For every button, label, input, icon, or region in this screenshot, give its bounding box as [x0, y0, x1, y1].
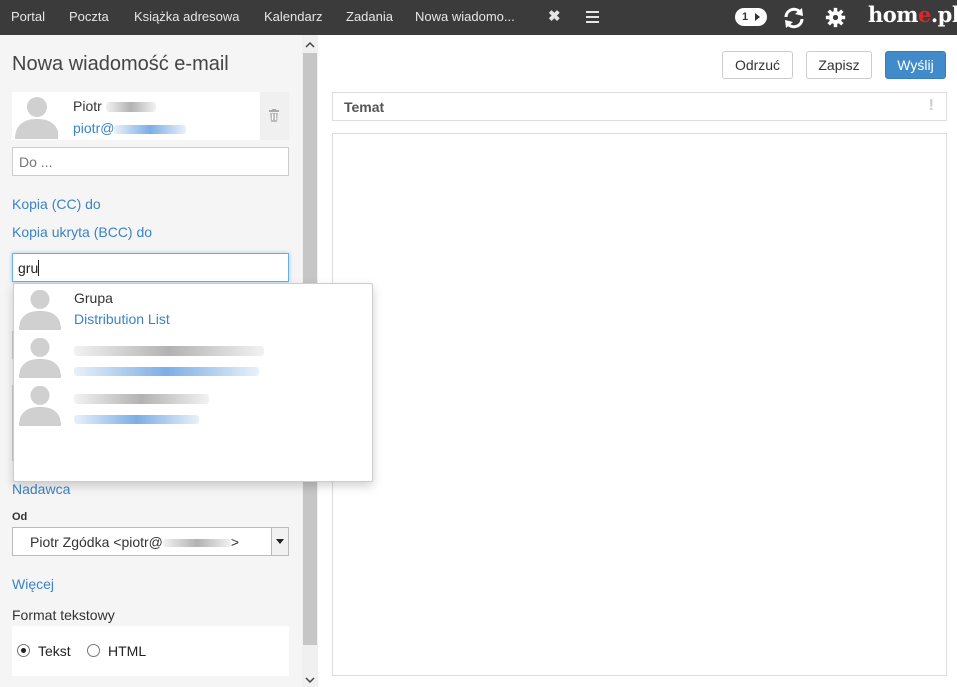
discard-button[interactable]: Odrzuć — [722, 51, 793, 79]
scroll-up-icon[interactable] — [305, 40, 315, 50]
suggestion-email — [74, 410, 199, 426]
subject-input[interactable]: Temat ! — [332, 92, 947, 121]
avatar-icon — [18, 385, 62, 426]
hamburger-icon[interactable] — [586, 11, 599, 23]
suggestion-subtitle: Distribution List — [74, 311, 170, 327]
notification-count: 1 — [742, 11, 749, 23]
remove-recipient-button[interactable] — [260, 92, 289, 140]
nav-calendar[interactable]: Kalendarz — [264, 0, 323, 35]
save-button[interactable]: Zapisz — [806, 51, 872, 79]
bcc-input[interactable]: gru — [12, 253, 289, 282]
chevron-down-icon[interactable] — [271, 528, 288, 555]
from-select[interactable]: Piotr Zgódka <piotr@ > — [12, 527, 289, 556]
scroll-down-icon[interactable] — [305, 675, 315, 685]
from-label: Od — [12, 511, 28, 523]
suggestion-item[interactable] — [14, 380, 372, 428]
avatar-icon — [18, 337, 62, 378]
to-input[interactable] — [12, 147, 289, 176]
suggestion-name — [74, 390, 209, 406]
recipient-card: Piotr piotr@ — [12, 92, 289, 140]
format-label: Format tekstowy — [12, 607, 115, 623]
send-button[interactable]: Wyślij — [885, 51, 946, 79]
format-html-radio[interactable] — [87, 644, 100, 657]
cc-link[interactable]: Kopia (CC) do — [12, 196, 101, 212]
message-body-editor[interactable] — [332, 133, 947, 676]
format-text-label[interactable]: Tekst — [38, 643, 71, 659]
nav-portal[interactable]: Portal — [11, 0, 45, 35]
nav-poczta[interactable]: Poczta — [69, 0, 109, 35]
top-nav-bar: Portal Poczta Książka adresowa Kalendarz… — [0, 0, 957, 35]
chevron-right-icon — [755, 13, 760, 21]
gear-icon[interactable] — [825, 7, 846, 28]
refresh-icon[interactable] — [782, 6, 806, 30]
trash-icon — [269, 109, 279, 122]
format-html-label[interactable]: HTML — [108, 643, 146, 659]
importance-icon[interactable]: ! — [929, 97, 934, 115]
suggestion-name: Grupa — [74, 290, 113, 306]
suggestion-name — [74, 342, 264, 358]
recipient-email[interactable]: piotr@ — [73, 120, 187, 136]
nav-new-message-tab[interactable]: Nowa wiadomo... — [415, 0, 515, 35]
avatar-icon — [18, 289, 62, 330]
page-title: Nowa wiadomość e-mail — [12, 53, 229, 75]
suggestion-item[interactable] — [14, 332, 372, 380]
sender-link[interactable]: Nadawca — [12, 481, 70, 497]
notification-badge[interactable]: 1 — [735, 8, 767, 26]
more-link[interactable]: Więcej — [12, 576, 54, 592]
nav-tasks[interactable]: Zadania — [346, 0, 393, 35]
format-text-radio[interactable] — [17, 644, 30, 657]
suggestion-item[interactable]: Grupa Distribution List — [14, 284, 372, 332]
close-tab-icon[interactable]: ✖ — [548, 0, 561, 35]
bcc-link[interactable]: Kopia ukryta (BCC) do — [12, 224, 152, 240]
format-options: Tekst HTML — [12, 626, 289, 676]
autocomplete-dropdown: Grupa Distribution List — [13, 283, 373, 482]
avatar-icon — [15, 97, 58, 139]
recipient-name: Piotr — [73, 98, 156, 114]
suggestion-email — [74, 362, 259, 378]
nav-address-book[interactable]: Książka adresowa — [134, 0, 240, 35]
home-pl-logo[interactable]: home.pl — [868, 2, 957, 27]
